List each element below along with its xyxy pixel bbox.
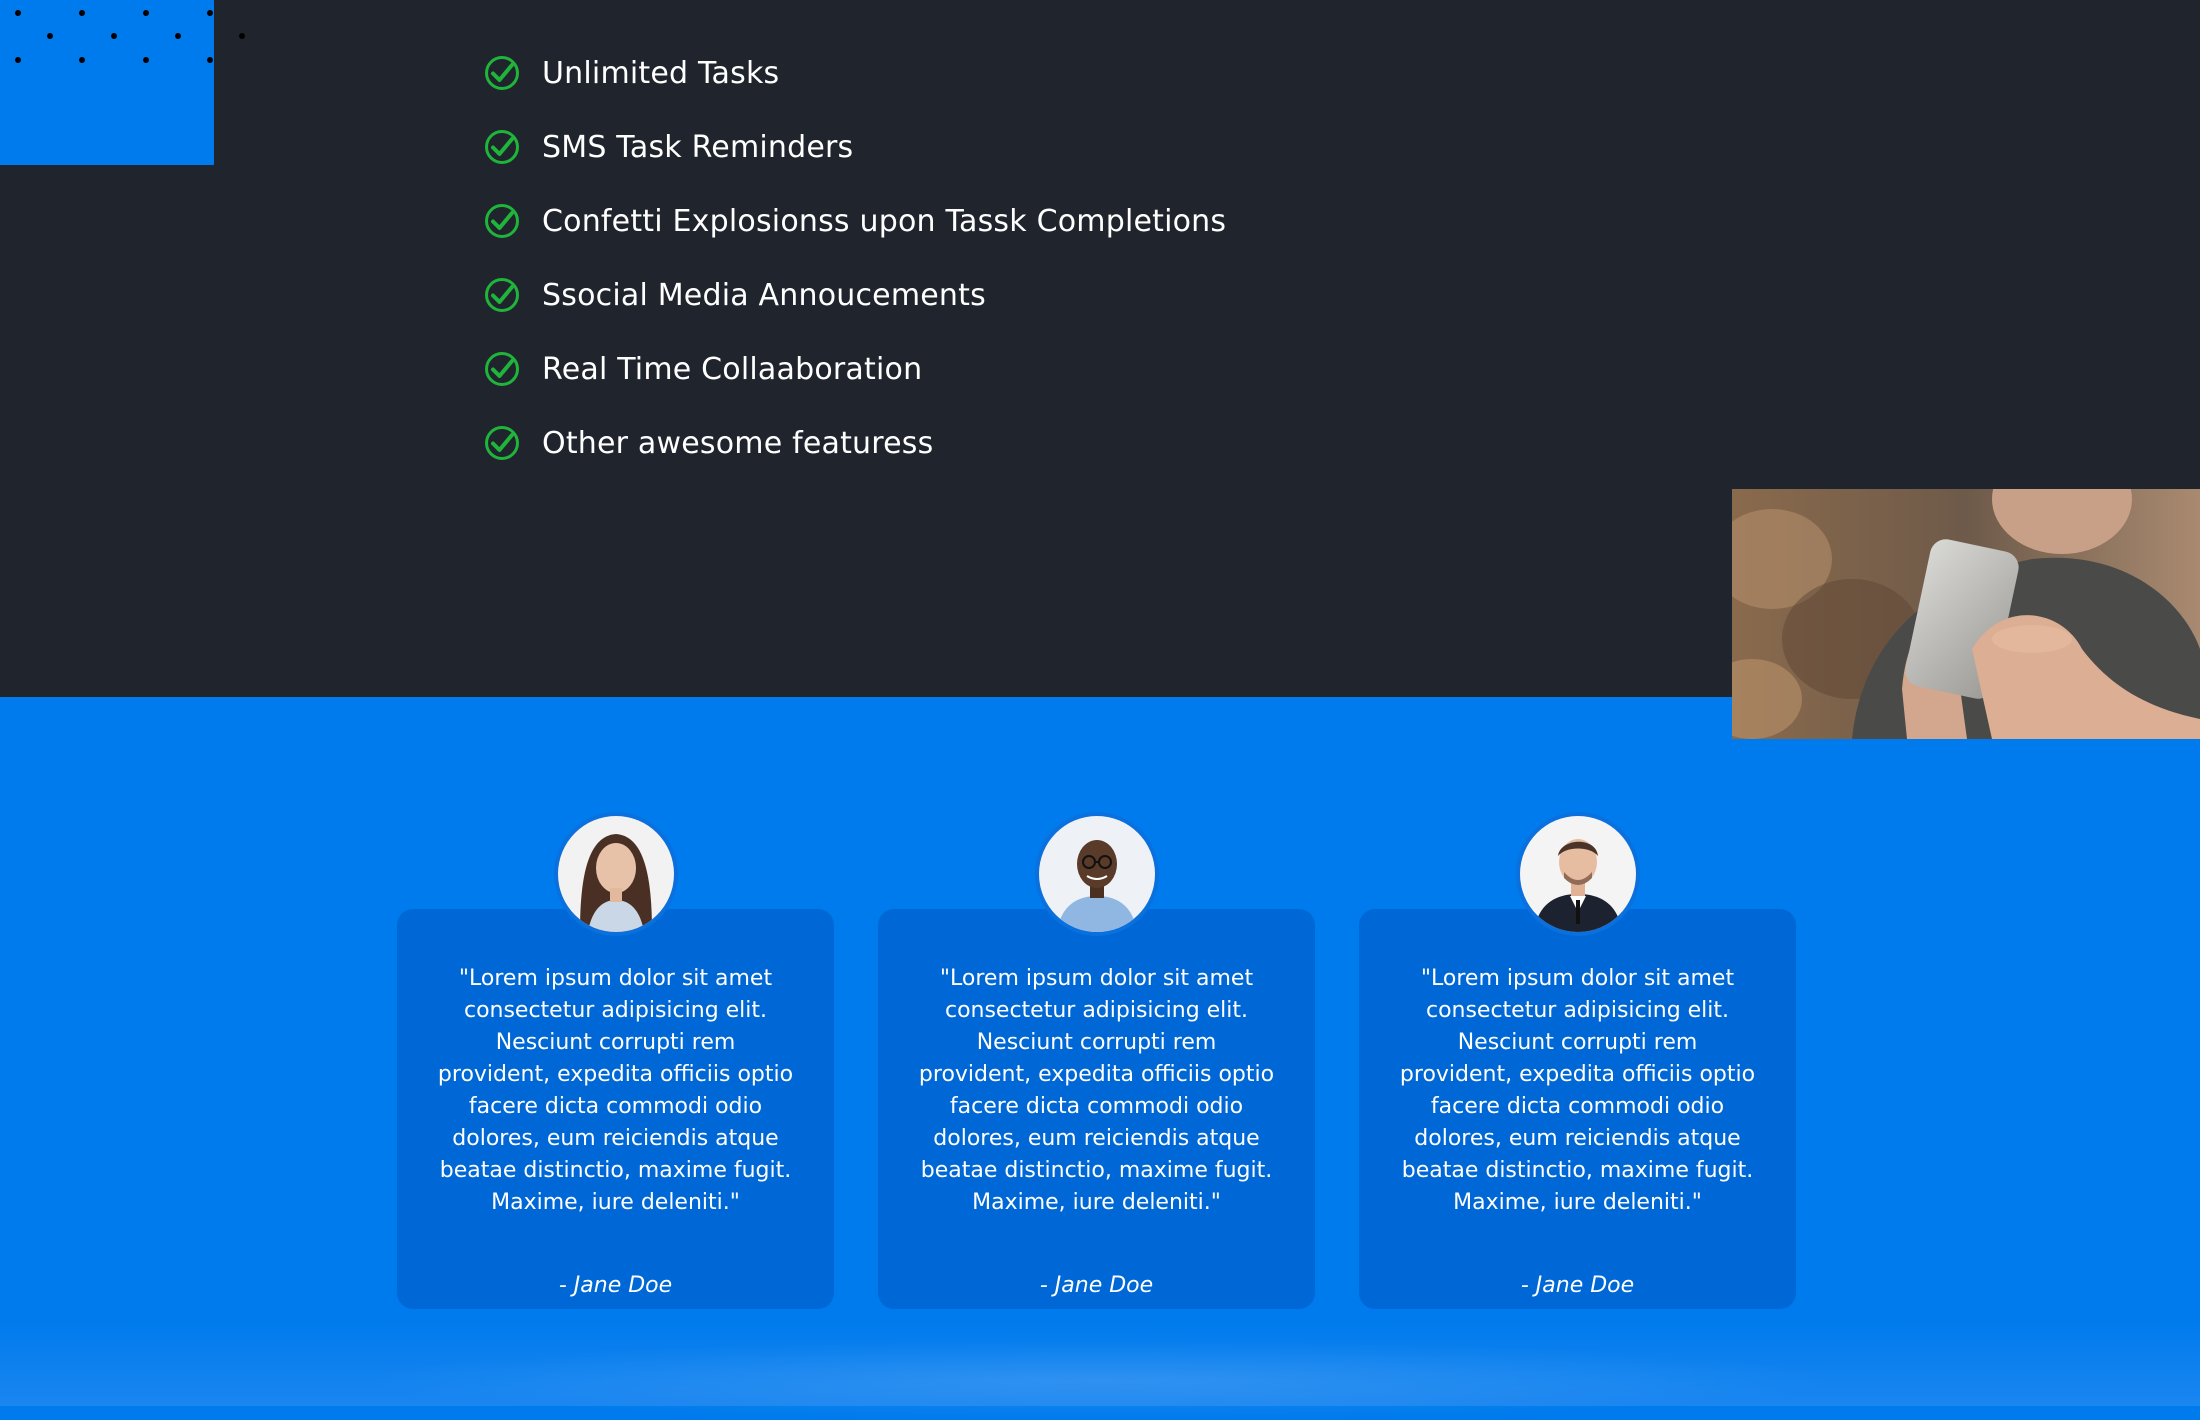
testimonial-quote: "Lorem ipsum dolor sit amet consectetur … — [1399, 966, 1756, 1215]
check-circle-icon — [485, 130, 519, 164]
testimonial-card: "Lorem ipsum dolor sit amet consectetur … — [878, 909, 1315, 1309]
testimonial-card: "Lorem ipsum dolor sit amet consectetur … — [1359, 909, 1796, 1309]
testimonial-quote: "Lorem ipsum dolor sit amet consectetur … — [437, 966, 794, 1215]
feature-item: Unlimited Tasks — [484, 36, 1226, 110]
feature-list: Unlimited Tasks SMS Task Reminders Confe… — [484, 36, 1226, 480]
person-with-phone-photo — [1732, 489, 2200, 739]
man-suit-avatar — [1520, 816, 1636, 932]
feature-item: SMS Task Reminders — [484, 110, 1226, 184]
feature-label: Real Time Collaaboration — [542, 351, 923, 387]
check-circle-icon — [485, 352, 519, 386]
feature-item: Real Time Collaaboration — [484, 332, 1226, 406]
check-circle-icon — [485, 204, 519, 238]
check-circle-icon — [485, 278, 519, 312]
man-glasses-avatar — [1039, 816, 1155, 932]
check-circle-icon — [485, 56, 519, 90]
feature-label: SMS Task Reminders — [542, 129, 854, 165]
testimonial-card: "Lorem ipsum dolor sit amet consectetur … — [397, 909, 834, 1309]
dot-pattern — [15, 10, 245, 63]
bottom-glow — [350, 1340, 1850, 1420]
feature-label: Other awesome featuress — [542, 425, 934, 461]
feature-label: Ssocial Media Annoucements — [542, 277, 986, 313]
feature-item: Other awesome featuress — [484, 406, 1226, 480]
woman-avatar — [558, 816, 674, 932]
testimonial-author: - Jane Doe — [558, 1273, 673, 1298]
check-circle-icon — [485, 426, 519, 460]
feature-label: Unlimited Tasks — [542, 55, 780, 91]
feature-label: Confetti Explosionss upon Tassk Completi… — [542, 203, 1227, 239]
testimonial-quote: "Lorem ipsum dolor sit amet consectetur … — [918, 966, 1275, 1215]
feature-item: Confetti Explosionss upon Tassk Completi… — [484, 184, 1226, 258]
testimonial-author: - Jane Doe — [1039, 1273, 1154, 1298]
feature-item: Ssocial Media Annoucements — [484, 258, 1226, 332]
testimonial-author: - Jane Doe — [1520, 1273, 1635, 1298]
